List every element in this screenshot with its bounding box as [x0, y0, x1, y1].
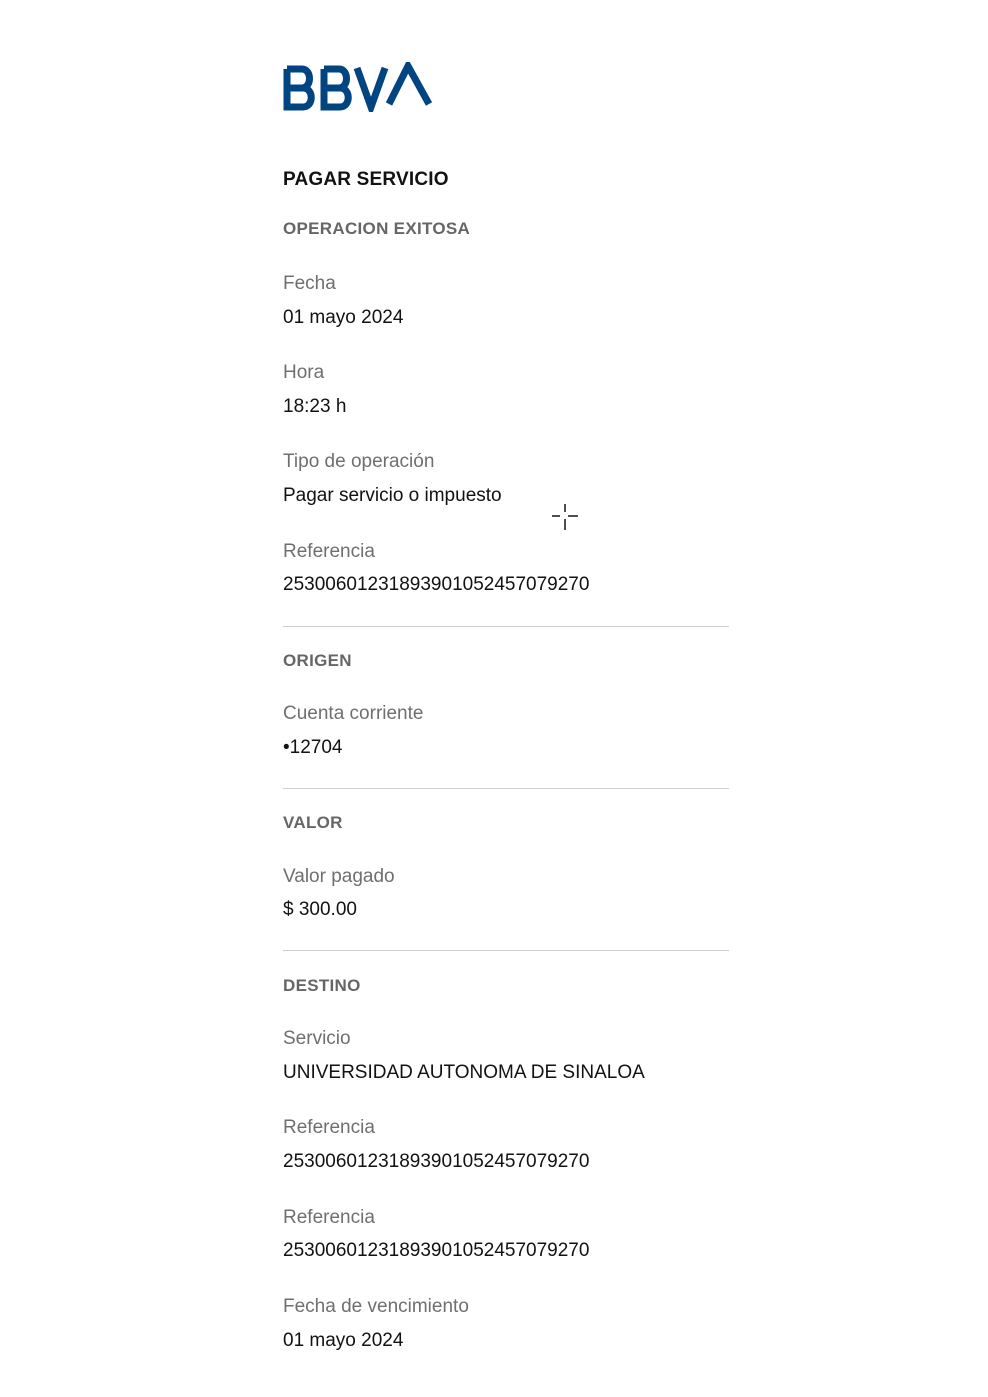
reference-label: Referencia: [283, 541, 375, 562]
amount-label: Valor pagado: [283, 866, 395, 887]
account-label: Cuenta corriente: [283, 703, 424, 724]
amount-value: $ 300.00: [283, 899, 357, 920]
operation-type-label: Tipo de operación: [283, 451, 435, 472]
destination-reference-2-label: Referencia: [283, 1207, 375, 1228]
section-amount-title: VALOR: [283, 813, 343, 832]
time-label: Hora: [283, 362, 325, 383]
date-value: 01 mayo 2024: [283, 307, 404, 328]
crosshair-cursor-icon: [552, 504, 578, 530]
section-origin-title: ORIGEN: [283, 651, 352, 670]
destination-reference-label: Referencia: [283, 1117, 375, 1138]
time-value: 18:23 h: [283, 396, 347, 417]
divider: [283, 626, 729, 627]
reference-value: 25300601231893901052457079270: [283, 574, 590, 595]
payment-receipt: PAGAR SERVICIO OPERACION EXITOSA Fecha 0…: [283, 62, 729, 1351]
divider: [283, 950, 729, 951]
service-value: UNIVERSIDAD AUTONOMA DE SINALOA: [283, 1062, 645, 1083]
page-title: PAGAR SERVICIO: [283, 169, 449, 190]
date-label: Fecha: [283, 273, 336, 294]
status-label: OPERACION EXITOSA: [283, 219, 471, 238]
operation-type-value: Pagar servicio o impuesto: [283, 485, 502, 506]
destination-reference-value: 25300601231893901052457079270: [283, 1151, 590, 1172]
destination-reference-2-value: 25300601231893901052457079270: [283, 1240, 590, 1261]
service-label: Servicio: [283, 1028, 351, 1049]
account-value: •12704: [283, 737, 343, 758]
bbva-logo: [283, 62, 433, 112]
section-destination-title: DESTINO: [283, 976, 361, 995]
due-date-value: 01 mayo 2024: [283, 1330, 404, 1351]
due-date-label: Fecha de vencimiento: [283, 1296, 469, 1317]
divider: [283, 788, 729, 789]
